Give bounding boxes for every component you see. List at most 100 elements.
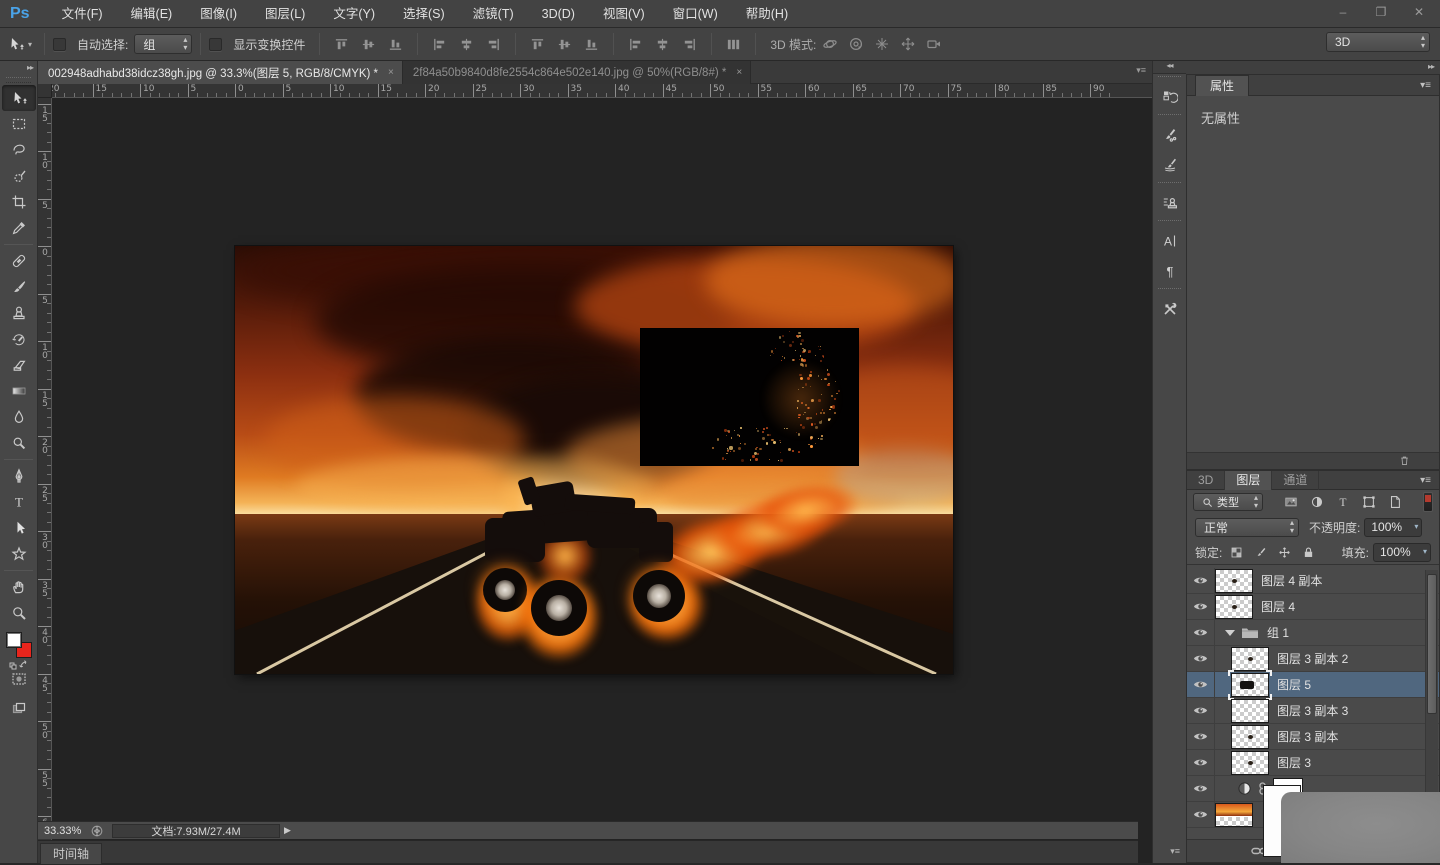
filter-adjustment-icon[interactable] xyxy=(1305,493,1329,511)
auto-select-checkbox[interactable] xyxy=(53,38,66,51)
align-top-edges-icon[interactable] xyxy=(334,37,349,52)
close-button[interactable]: ✕ xyxy=(1406,3,1432,21)
layer-row-组 1[interactable]: 组 1 xyxy=(1187,620,1439,646)
blend-mode-dropdown[interactable]: 正常▴▾ xyxy=(1195,518,1299,537)
menu-item-7[interactable]: 滤镜(T) xyxy=(459,0,528,28)
type-tool[interactable]: T xyxy=(2,489,36,515)
opacity-dropdown[interactable]: 100%▾ xyxy=(1364,518,1422,537)
auto-align-layers-icon[interactable] xyxy=(726,37,741,52)
tab-close-icon[interactable]: × xyxy=(736,67,742,78)
3d-slide-icon[interactable] xyxy=(900,36,916,52)
panel-gripper[interactable] xyxy=(1158,182,1181,187)
align-right-edges-icon[interactable] xyxy=(486,37,501,52)
character-icon[interactable]: A xyxy=(1153,226,1187,256)
filter-smartobject-icon[interactable] xyxy=(1383,493,1407,511)
scrollbar-thumb[interactable] xyxy=(1427,574,1437,714)
eyedropper-tool[interactable] xyxy=(2,215,36,241)
panel-gripper[interactable] xyxy=(1158,114,1181,119)
layer-row-图层 3 副本 3[interactable]: 图层 3 副本 3 xyxy=(1187,698,1439,724)
show-transform-checkbox[interactable] xyxy=(209,38,222,51)
move-tool[interactable] xyxy=(2,85,36,111)
layer-thumbnail[interactable] xyxy=(1231,751,1269,775)
distribute-right-icon[interactable] xyxy=(682,37,697,52)
document-tab-active[interactable]: 002948adhabd38idcz38gh.jpg @ 33.3%(图层 5,… xyxy=(38,61,403,84)
align-horizontal-centers-icon[interactable] xyxy=(459,37,474,52)
filter-type-icon[interactable]: T xyxy=(1331,493,1355,511)
3d-roll-icon[interactable] xyxy=(848,36,864,52)
tab-overflow-icon[interactable]: ▾≡ xyxy=(1130,61,1152,83)
visibility-eye-icon[interactable] xyxy=(1187,776,1215,801)
visibility-eye-icon[interactable] xyxy=(1187,646,1215,671)
eraser-tool[interactable] xyxy=(2,352,36,378)
zoom-tool[interactable] xyxy=(2,600,36,626)
strip-menu-icon[interactable]: ▾≡ xyxy=(1170,846,1180,857)
vertical-ruler[interactable]: 15105051015202530354045505560 xyxy=(38,98,52,863)
filter-pixel-icon[interactable] xyxy=(1279,493,1303,511)
menu-item-3[interactable]: 图像(I) xyxy=(186,0,251,28)
move-tool-preset-icon[interactable] xyxy=(8,36,24,52)
workspace-switcher[interactable]: 3D▴▾ xyxy=(1326,32,1430,52)
history-icon[interactable] xyxy=(1153,82,1187,112)
screen-mode-icon[interactable] xyxy=(2,696,36,722)
layer-thumbnail[interactable] xyxy=(1231,673,1269,697)
menu-item-2[interactable]: 编辑(E) xyxy=(117,0,187,28)
dodge-tool[interactable] xyxy=(2,430,36,456)
visibility-eye-icon[interactable] xyxy=(1187,750,1215,775)
layer-thumbnail[interactable] xyxy=(1231,725,1269,749)
properties-menu-icon[interactable]: ▾≡ xyxy=(1420,80,1431,91)
tab-channels[interactable]: 通道 xyxy=(1272,471,1319,490)
tab-properties[interactable]: 属性 xyxy=(1195,75,1249,96)
horizontal-ruler[interactable]: 2015105051015202530354045505560657075808… xyxy=(52,84,1152,98)
brush-presets-icon[interactable] xyxy=(1153,120,1187,150)
menu-item-10[interactable]: 窗口(W) xyxy=(659,0,732,28)
layer-thumbnail[interactable] xyxy=(1215,803,1253,827)
document-tab-inactive[interactable]: 2f84a50b9840d8fe2554c864e502e140.jpg @ 5… xyxy=(403,61,751,84)
collapse-tools-icon[interactable]: ▸▸ xyxy=(0,61,37,75)
blur-tool[interactable] xyxy=(2,404,36,430)
distribute-left-icon[interactable] xyxy=(628,37,643,52)
menu-item-8[interactable]: 3D(D) xyxy=(528,0,589,28)
restore-button[interactable]: ❐ xyxy=(1368,3,1394,21)
lock-pixels-icon[interactable] xyxy=(1250,543,1270,561)
path-selection-tool[interactable] xyxy=(2,515,36,541)
menu-item-9[interactable]: 视图(V) xyxy=(589,0,659,28)
collapse-dock-icon[interactable]: ◂◂ xyxy=(1153,61,1186,74)
paragraph-icon[interactable]: ¶ xyxy=(1153,256,1187,286)
filter-shape-icon[interactable] xyxy=(1357,493,1381,511)
lasso-tool[interactable] xyxy=(2,137,36,163)
adjustment-layer-icon[interactable] xyxy=(1237,781,1252,796)
menu-item-6[interactable]: 选择(S) xyxy=(389,0,459,28)
3d-orbit-icon[interactable] xyxy=(822,36,838,52)
tab-layers[interactable]: 图层 xyxy=(1225,471,1272,490)
hand-tool[interactable] xyxy=(2,574,36,600)
canvas-viewport[interactable] xyxy=(52,98,1152,822)
layer-thumbnail[interactable] xyxy=(1231,647,1269,671)
tab-close-icon[interactable]: × xyxy=(388,67,394,78)
layer-thumbnail[interactable] xyxy=(1215,569,1253,593)
filter-type-dropdown[interactable]: 类型▴▾ xyxy=(1193,493,1263,511)
lock-transparency-icon[interactable] xyxy=(1226,543,1246,561)
pen-tool[interactable] xyxy=(2,463,36,489)
layer-thumbnail[interactable] xyxy=(1215,595,1253,619)
auto-select-dropdown[interactable]: 组▴▾ xyxy=(134,34,192,54)
align-vertical-centers-icon[interactable] xyxy=(361,37,376,52)
crop-tool[interactable] xyxy=(2,189,36,215)
ruler-origin[interactable] xyxy=(38,84,52,98)
trash-icon[interactable] xyxy=(1398,454,1411,467)
menu-item-11[interactable]: 帮助(H) xyxy=(732,0,802,28)
quick-selection-tool[interactable] xyxy=(2,163,36,189)
panel-gripper[interactable] xyxy=(1158,288,1181,293)
lock-all-icon[interactable] xyxy=(1298,543,1318,561)
visibility-eye-icon[interactable] xyxy=(1187,594,1215,619)
timeline-tab[interactable]: 时间轴 xyxy=(40,843,102,864)
zoom-level-field[interactable]: 33.33% xyxy=(38,825,90,837)
layer-row-图层 5[interactable]: 图层 5 xyxy=(1187,672,1439,698)
history-brush-tool[interactable] xyxy=(2,326,36,352)
align-left-edges-icon[interactable] xyxy=(432,37,447,52)
panel-gripper[interactable] xyxy=(1158,220,1181,225)
fire-sparks-layer[interactable] xyxy=(641,329,858,465)
group-expand-icon[interactable] xyxy=(1225,630,1235,636)
tool-presets-icon[interactable] xyxy=(1153,294,1187,324)
panel-gripper[interactable] xyxy=(1158,76,1181,81)
visibility-eye-icon[interactable] xyxy=(1187,620,1215,645)
